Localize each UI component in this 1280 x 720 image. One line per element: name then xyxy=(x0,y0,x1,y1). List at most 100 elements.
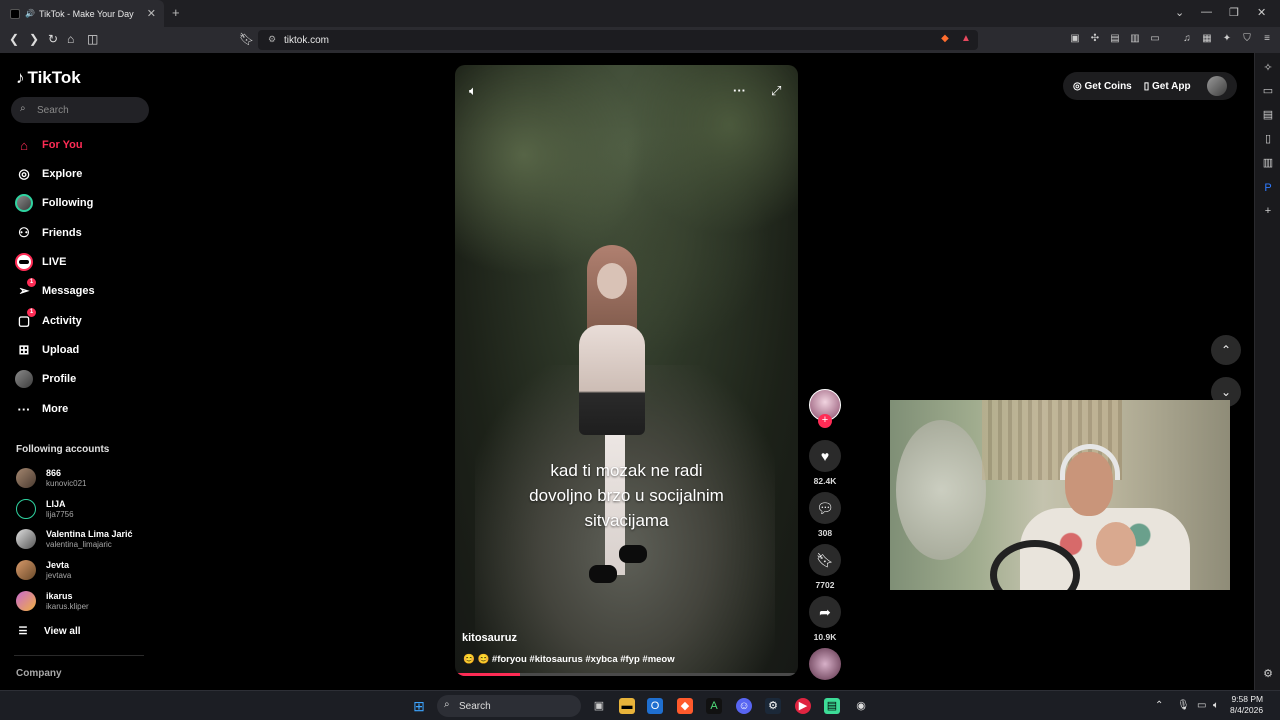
app-icon[interactable]: A xyxy=(706,698,722,714)
volume-tray-icon[interactable]: 🔈︎ xyxy=(1213,700,1219,711)
close-window-icon[interactable]: ✕ xyxy=(1257,6,1266,19)
site-settings-icon[interactable]: ⚙ xyxy=(268,34,276,45)
reload-icon[interactable]: ↻ xyxy=(48,32,58,46)
vpn-icon[interactable]: ⛉ xyxy=(1241,33,1253,45)
discord-icon[interactable]: ☺ xyxy=(736,698,752,714)
tray-chevron-icon[interactable]: ⌃ xyxy=(1155,700,1163,711)
view-all-link[interactable]: ☰ View all xyxy=(16,620,81,642)
panel-settings-icon[interactable]: ⚙ xyxy=(1261,667,1275,681)
reading-list-icon[interactable]: ▥ xyxy=(1129,33,1141,45)
save-button[interactable]: 🔖︎ xyxy=(809,544,841,576)
leo-ai-icon[interactable]: ✦ xyxy=(1221,33,1233,45)
extension-icon[interactable]: ▣ xyxy=(1069,33,1081,45)
sidebar-toggle-icon[interactable]: ◫ xyxy=(87,32,98,46)
share-button[interactable]: ➦ xyxy=(809,596,841,628)
chevron-up-icon: ⌃ xyxy=(1220,343,1232,357)
tab-list-icon[interactable]: ⌄ xyxy=(1175,6,1184,19)
get-app-button[interactable]: ▯ Get App xyxy=(1144,81,1191,92)
brave-shield-icon[interactable]: ◆ xyxy=(939,33,951,45)
new-tab-button[interactable]: + xyxy=(172,5,180,20)
tiktok-logo[interactable]: ♪ TikTok xyxy=(16,68,81,88)
wallet-panel-icon[interactable]: ▤ xyxy=(1261,108,1275,122)
media-player-icon[interactable]: ▶ xyxy=(795,698,811,714)
menu-icon[interactable]: ≡ xyxy=(1261,33,1273,45)
chat-app-icon[interactable]: ▤ xyxy=(824,698,840,714)
nav-more[interactable]: ··· More xyxy=(14,398,69,420)
microphone-icon[interactable]: 🎙︎ xyxy=(1177,700,1190,711)
comment-button[interactable]: 💬︎ xyxy=(809,492,841,524)
brave-rewards-icon[interactable]: ▲ xyxy=(960,33,972,45)
clock[interactable]: 9:58 PM 8/4/2026 xyxy=(1230,694,1263,716)
messages-badge: 1 xyxy=(27,278,36,287)
video-player[interactable]: 🔈︎ ··· ⤢ kad ti mozak ne radi dovoljno b… xyxy=(455,65,798,676)
search-placeholder: Search xyxy=(37,104,69,116)
video-hashtags[interactable]: 😊 😊 #foryou #kitosaurus #xybca #fyp #meo… xyxy=(463,654,675,665)
close-tab-icon[interactable]: ✕ xyxy=(147,7,156,20)
volume-icon[interactable]: 🔈︎ xyxy=(469,83,477,99)
account-item[interactable]: 866 kunovic021 xyxy=(16,466,86,490)
nav-upload[interactable]: ⊞ Upload xyxy=(14,339,80,361)
puzzle-icon[interactable]: ✣ xyxy=(1089,33,1101,45)
previous-video-button[interactable]: ⌃ xyxy=(1211,335,1241,365)
more-options-icon[interactable]: ··· xyxy=(733,83,746,98)
tabs-icon[interactable]: ▭ xyxy=(1149,33,1161,45)
avatar[interactable] xyxy=(1207,76,1227,96)
video-caption: kad ti mozak ne radi dovoljno brzo u soc… xyxy=(455,458,798,533)
nav-friends[interactable]: ⚇ Friends xyxy=(14,222,82,244)
live-icon xyxy=(14,252,34,272)
add-panel-icon[interactable]: + xyxy=(1261,204,1275,218)
nav-for-you[interactable]: ⌂ For You xyxy=(14,134,82,156)
obs-icon[interactable]: ◉ xyxy=(853,698,869,714)
nav-profile[interactable]: Profile xyxy=(14,368,76,390)
account-item[interactable]: Valentina Lima Jarić valentina_limajaric xyxy=(16,527,133,551)
paypal-icon[interactable]: P xyxy=(1261,181,1275,195)
wallet-icon[interactable]: ▦ xyxy=(1201,33,1213,45)
bookmark-icon[interactable]: 🔖︎ xyxy=(239,32,254,46)
like-button[interactable]: ♥ xyxy=(809,440,841,472)
reading-panel-icon[interactable]: ▥ xyxy=(1261,156,1275,170)
video-progress[interactable] xyxy=(455,673,798,676)
task-view-icon[interactable]: ▣ xyxy=(591,698,607,714)
brave-browser-icon[interactable]: ◆ xyxy=(677,698,693,714)
speaker-icon[interactable]: 🔊 xyxy=(25,9,35,18)
fullscreen-icon[interactable]: ⤢ xyxy=(771,83,781,99)
bookmark-panel-icon[interactable]: ▯ xyxy=(1261,132,1275,146)
bookmarks-icon[interactable]: ▤ xyxy=(1109,33,1121,45)
leo-icon[interactable]: ✧ xyxy=(1261,61,1275,75)
music-disc-icon[interactable] xyxy=(809,648,841,680)
taskbar-search[interactable]: ⌕ Search xyxy=(437,695,581,717)
network-icon[interactable]: ▭ xyxy=(1197,700,1206,711)
nav-live[interactable]: LIVE xyxy=(14,251,66,273)
maximize-icon[interactable]: ❐ xyxy=(1229,6,1239,19)
account-item[interactable]: ikarus ikarus.kliper xyxy=(16,589,89,613)
caption-line: sitvacijama xyxy=(584,511,669,530)
nav-messages[interactable]: ➢ 1 Messages xyxy=(14,278,95,302)
back-icon[interactable]: ❮ xyxy=(9,32,19,46)
search-icon: ⌕ xyxy=(444,699,450,710)
avatar xyxy=(16,529,36,549)
nav-following[interactable]: Following xyxy=(14,192,93,214)
video-author[interactable]: kitosauruz xyxy=(462,632,517,644)
account-item[interactable]: LIJA lija7756 xyxy=(16,497,74,521)
home-browser-icon[interactable]: ⌂ xyxy=(67,32,74,46)
address-bar[interactable]: ⚙ tiktok.com xyxy=(258,30,978,50)
search-input[interactable]: ⌕ Search xyxy=(11,97,149,123)
minimize-icon[interactable]: — xyxy=(1201,6,1212,18)
nav-explore[interactable]: ◎ Explore xyxy=(14,163,82,185)
windows-start-icon[interactable]: ⊞ xyxy=(411,698,427,714)
steam-icon[interactable]: ⚙ xyxy=(765,698,781,714)
company-link[interactable]: Company xyxy=(16,668,62,679)
file-explorer-icon[interactable]: ▬ xyxy=(619,698,635,714)
nav-activity[interactable]: ▢ 1 Activity xyxy=(14,308,82,332)
date: 8/4/2026 xyxy=(1230,705,1264,715)
video-icon[interactable]: ▭ xyxy=(1261,84,1275,98)
get-coins-label: Get Coins xyxy=(1084,80,1132,92)
browser-tab[interactable]: 🔊 TikTok - Make Your Day ✕ xyxy=(0,0,164,27)
music-icon[interactable]: ♫ xyxy=(1181,33,1193,45)
outlook-icon[interactable]: O xyxy=(647,698,663,714)
follow-plus-icon[interactable]: + xyxy=(818,414,832,428)
get-coins-button[interactable]: ◎ Get Coins xyxy=(1073,81,1132,92)
chevron-down-icon: ⌄ xyxy=(1220,385,1232,399)
forward-icon[interactable]: ❯ xyxy=(29,32,39,46)
account-item[interactable]: Jevta jevtava xyxy=(16,558,71,582)
